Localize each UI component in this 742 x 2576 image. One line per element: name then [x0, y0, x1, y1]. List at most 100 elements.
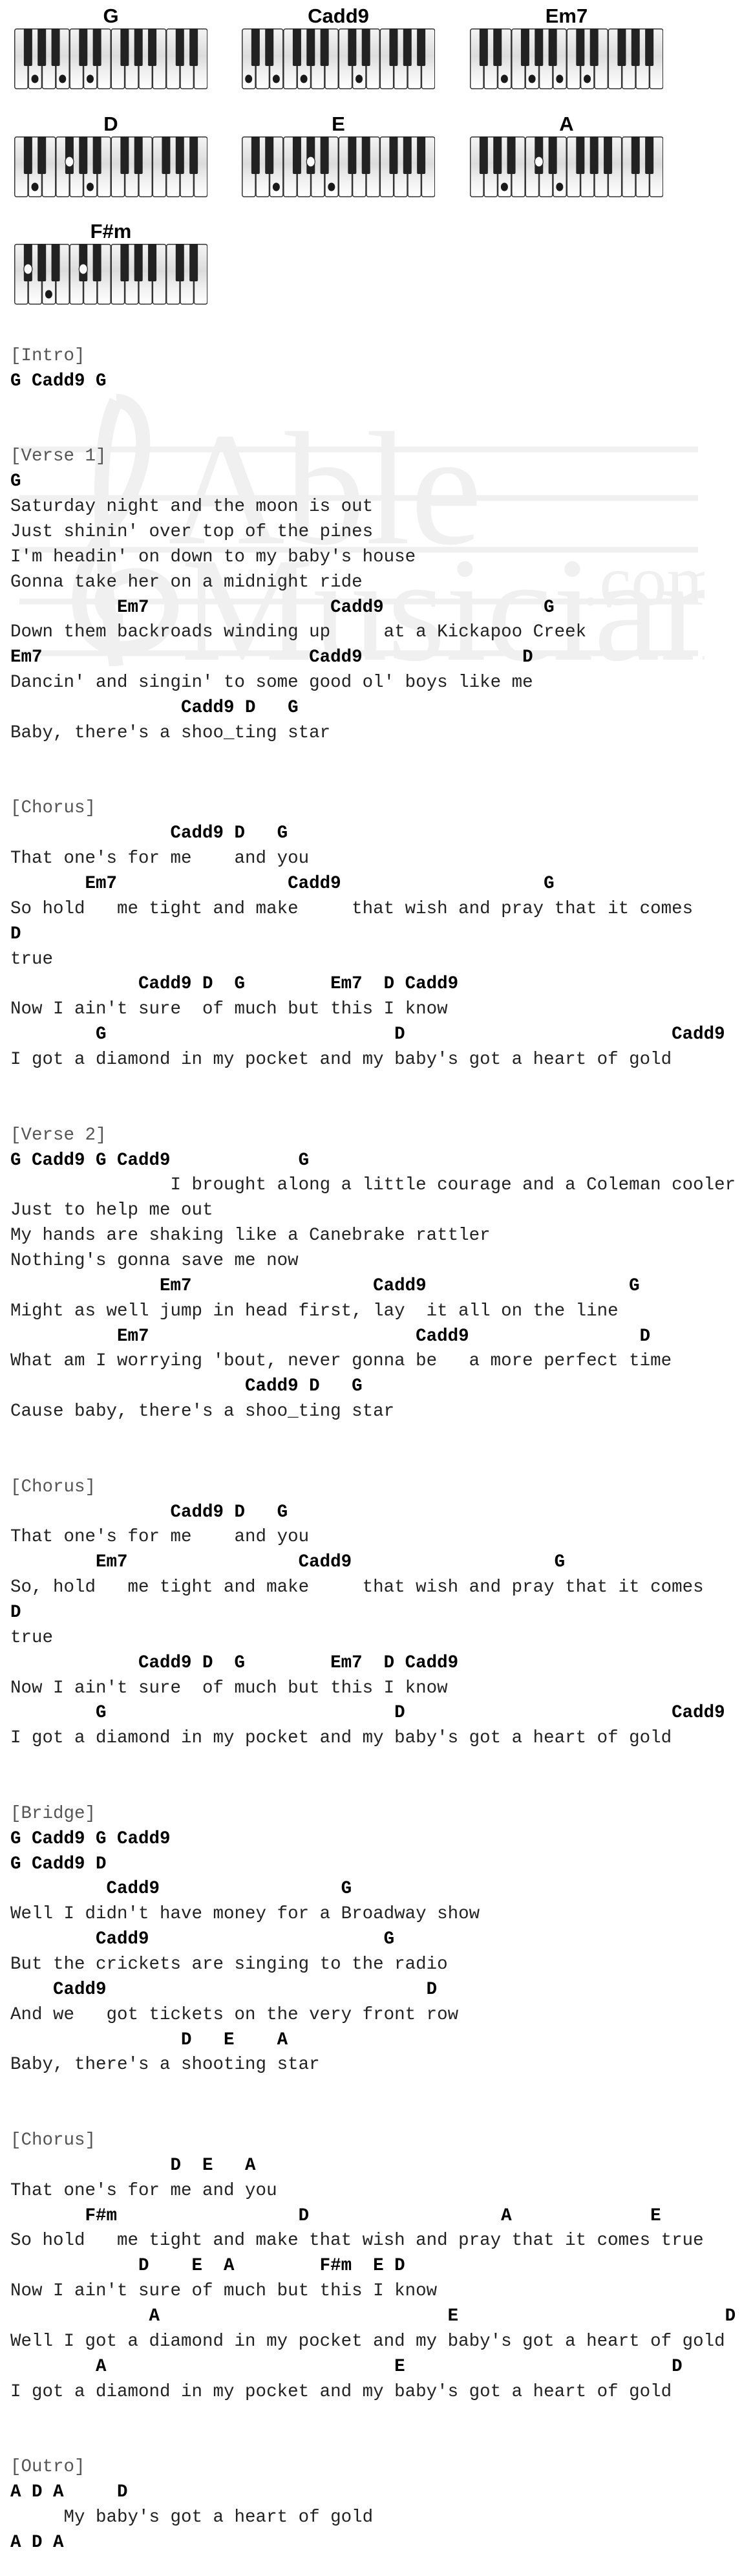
black-key: [645, 28, 654, 66]
chord-line: Cadd9 D G: [10, 823, 288, 844]
black-key: [306, 28, 315, 66]
black-key: [576, 136, 585, 174]
black-key: [51, 28, 60, 66]
lyric-line: My hands are shaking like a Canebrake ra…: [10, 1226, 491, 1246]
chord-line: G D Cadd9: [10, 1024, 725, 1045]
black-key: [361, 136, 370, 174]
black-key: [65, 136, 74, 174]
black-key: [403, 136, 412, 174]
black-key: [535, 28, 544, 66]
black-key: [631, 136, 640, 174]
black-key: [507, 136, 516, 174]
pressed-white-key-marker: [300, 74, 308, 83]
black-key: [403, 28, 412, 66]
pressed-white-key-marker: [556, 182, 564, 191]
chord-line: D: [10, 924, 21, 944]
section-label: [Chorus]: [10, 1477, 96, 1497]
black-key: [134, 28, 143, 66]
pressed-black-key-marker: [23, 263, 33, 275]
black-key: [92, 28, 101, 66]
black-key: [417, 28, 426, 66]
black-key: [148, 244, 157, 281]
lyric-line: That one's for me and you: [10, 2180, 277, 2201]
black-key: [37, 28, 47, 66]
black-key: [189, 28, 198, 66]
pressed-white-key-marker: [500, 74, 508, 83]
chord-line: Em7 Cadd9 G: [10, 1275, 640, 1296]
piano-keyboard: [14, 28, 207, 89]
black-key: [361, 28, 370, 66]
black-key: [120, 136, 129, 174]
black-key: [617, 28, 626, 66]
lyric-line: true: [10, 1627, 54, 1648]
pressed-white-key-marker: [355, 74, 363, 83]
section-label: [Bridge]: [10, 1803, 96, 1824]
section-label: [Verse 2]: [10, 1125, 107, 1145]
chord-line: Cadd9 D G Em7 D Cadd9: [10, 1652, 459, 1673]
chord-line: G Cadd9 G Cadd9: [10, 1828, 171, 1849]
chord-line: A D A D: [10, 2482, 128, 2503]
section-label: [Outro]: [10, 2457, 85, 2478]
pressed-white-key-marker: [500, 182, 508, 191]
black-key: [348, 136, 357, 174]
lyric-line: Gonna take her on a midnight ride: [10, 572, 363, 592]
lyric-line: Saturday night and the moon is out: [10, 497, 374, 517]
black-key: [631, 28, 640, 66]
pressed-white-key-marker: [272, 182, 280, 191]
black-key: [576, 28, 585, 66]
chord-diagram-name: A: [559, 113, 574, 135]
black-key: [175, 244, 184, 281]
black-key: [389, 136, 398, 174]
piano-keyboard: [470, 28, 663, 89]
chord-line: Cadd9 G: [10, 1879, 352, 1900]
black-key: [23, 244, 32, 281]
lyric-line: Now I ain't sure of much but this I know: [10, 1678, 448, 1698]
black-key: [535, 136, 544, 174]
piano-keyboard: [242, 136, 435, 197]
chord-line: Em7 Cadd9 D: [10, 1326, 651, 1347]
black-key: [520, 28, 529, 66]
black-key: [589, 28, 599, 66]
lyric-line: Cause baby, there's a shoo_ting star: [10, 1402, 395, 1422]
chord-line: D E A: [10, 2155, 256, 2176]
chord-line: A E D: [10, 2306, 736, 2327]
black-key: [175, 136, 184, 174]
black-key: [389, 28, 398, 66]
pressed-white-key-marker: [86, 182, 94, 191]
pressed-white-key-marker: [31, 74, 39, 83]
black-key: [493, 28, 502, 66]
pressed-black-key-marker: [78, 263, 88, 275]
chord-diagram-name: D: [103, 113, 118, 135]
black-key: [120, 28, 129, 66]
lyric-line: What am I worrying 'bout, never gonna be…: [10, 1351, 672, 1372]
lyric-line: That one's for me and you: [10, 849, 310, 869]
black-key: [348, 28, 357, 66]
section-label: [Chorus]: [10, 798, 96, 819]
black-key: [92, 136, 101, 174]
black-key: [37, 136, 47, 174]
black-key: [79, 244, 88, 281]
lyric-line: So hold me tight and make that wish and …: [10, 898, 694, 919]
black-key: [604, 136, 613, 174]
pressed-white-key-marker: [328, 182, 335, 191]
chord-line: Em7 Cadd9 D: [10, 647, 533, 668]
pressed-white-key-marker: [45, 290, 52, 299]
lyric-line: Might as well jump in head first, lay it…: [10, 1301, 619, 1321]
chord-line: D E A F#m E D: [10, 2256, 405, 2277]
black-key: [251, 28, 260, 66]
lyric-line: I brought along a little courage and a C…: [10, 1175, 736, 1196]
black-key: [320, 28, 329, 66]
chord-diagram-fsharpm: F#m: [14, 221, 207, 305]
chord-diagram-a: A: [470, 113, 663, 197]
black-key: [417, 136, 426, 174]
lyric-line: Now I ain't sure of much but this I know: [10, 2281, 438, 2302]
chord-diagram-em7: Em7: [470, 5, 663, 89]
black-key: [148, 28, 157, 66]
